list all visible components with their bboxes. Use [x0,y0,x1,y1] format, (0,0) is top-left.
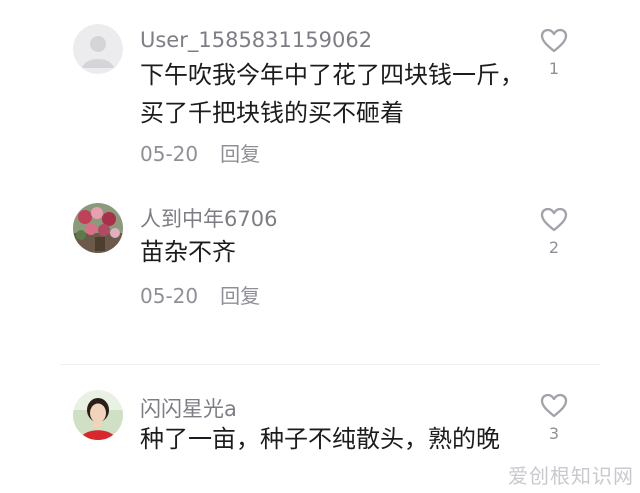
woman-avatar-image [73,390,123,440]
comment-meta: 05-20 回复 [140,142,260,166]
like-count: 1 [548,59,560,78]
comment-item: User_1585831159062 下午吹我今年中了花了四块钱一斤，买了千把块… [0,0,640,180]
heart-icon [540,393,568,418]
like-button[interactable]: 2 [538,207,570,257]
heart-icon [540,207,568,232]
comment-meta: 05-20 回复 [140,284,260,308]
watermark: 爱创根知识网 [508,464,634,488]
comment-list: User_1585831159062 下午吹我今年中了花了四块钱一斤，买了千把块… [0,0,640,493]
reply-button[interactable]: 回复 [220,142,260,166]
comment-text: 下午吹我今年中了花了四块钱一斤，买了千把块钱的买不砸着 [140,61,524,127]
comment-text: 苗杂不齐 [140,238,236,266]
flowers-avatar-image [73,203,123,253]
default-avatar-icon [73,24,123,74]
like-button[interactable]: 1 [538,28,570,78]
comment-username[interactable]: 闪闪星光a [140,396,237,422]
like-count: 2 [548,238,560,257]
like-count: 3 [548,424,560,443]
comment-username[interactable]: 人到中年6706 [140,206,277,232]
like-button[interactable]: 3 [538,393,570,443]
comment-item: 人到中年6706 苗杂不齐 05-20 回复 2 [0,180,640,360]
comment-date: 05-20 [140,142,199,166]
avatar[interactable] [73,24,123,74]
heart-icon [540,28,568,53]
reply-button[interactable]: 回复 [220,284,260,308]
avatar[interactable] [73,390,123,440]
comment-date: 05-20 [140,284,199,308]
avatar[interactable] [73,203,123,253]
comment-username[interactable]: User_1585831159062 [140,27,372,53]
comment-text: 种了一亩，种子不纯散头，熟的晚 [140,425,500,453]
